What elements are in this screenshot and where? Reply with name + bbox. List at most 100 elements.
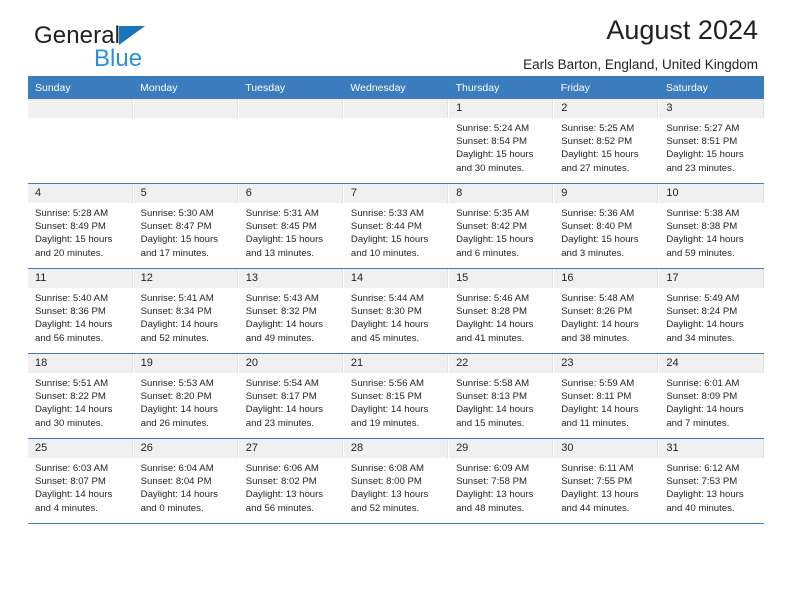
calendar-day-cell[interactable]: 5 Sunrise: 5:30 AM Sunset: 8:47 PM Daylight… xyxy=(133,183,239,269)
sunset-text: Sunset: 8:07 PM xyxy=(35,476,106,488)
sunset-text: Sunset: 8:13 PM xyxy=(456,391,527,403)
day-details: Sunrise: 6:12 AM Sunset: 7:53 PM Daylight:… xyxy=(659,458,764,515)
calendar-day-cell[interactable]: 12 Sunrise: 5:41 AM Sunset: 8:34 PM Dayligh… xyxy=(133,268,239,354)
day-number: 27 xyxy=(238,439,343,458)
calendar-day-cell[interactable]: 22 Sunrise: 5:58 AM Sunset: 8:13 PM Dayligh… xyxy=(448,353,555,439)
calendar-day-cell[interactable]: 6 Sunrise: 5:31 AM Sunset: 8:45 PM Daylight… xyxy=(238,183,344,269)
sunrise-text: Sunrise: 5:46 AM xyxy=(456,293,530,304)
day-details: Sunrise: 5:28 AM Sunset: 8:49 PM Daylight:… xyxy=(28,203,133,260)
day-number: 9 xyxy=(554,184,659,203)
day-cell-inner: 27 Sunrise: 6:06 AM Sunset: 8:02 PM Dayligh… xyxy=(238,439,343,523)
daylight-text-line2: and 34 minutes. xyxy=(666,332,735,344)
calendar-day-cell[interactable]: 10 Sunrise: 5:38 AM Sunset: 8:38 PM Dayligh… xyxy=(658,183,764,269)
day-details: Sunrise: 6:06 AM Sunset: 8:02 PM Daylight:… xyxy=(239,458,343,515)
day-number: 1 xyxy=(449,99,554,118)
daylight-text-line2: and 10 minutes. xyxy=(350,247,420,259)
daylight-text-line1: Daylight: 14 hours xyxy=(666,319,744,331)
calendar-day-cell[interactable]: 17 Sunrise: 5:49 AM Sunset: 8:24 PM Dayligh… xyxy=(658,268,764,354)
daylight-text-line1: Daylight: 15 hours xyxy=(456,234,534,246)
day-details: Sunrise: 5:41 AM Sunset: 8:34 PM Daylight:… xyxy=(134,288,238,345)
sunrise-text: Sunrise: 6:12 AM xyxy=(666,463,740,474)
calendar-day-cell[interactable]: 4 Sunrise: 5:28 AM Sunset: 8:49 PM Daylight… xyxy=(28,183,134,269)
sunset-text: Sunset: 8:00 PM xyxy=(350,476,422,488)
calendar-day-cell[interactable]: 25 Sunrise: 6:03 AM Sunset: 8:07 PM Dayligh… xyxy=(28,438,134,524)
day-number xyxy=(28,99,133,118)
daylight-text-line1: Daylight: 14 hours xyxy=(561,404,639,416)
day-details: Sunrise: 5:58 AM Sunset: 8:13 PM Daylight:… xyxy=(449,373,553,430)
sunrise-sunset-calendar: Sunday Monday Tuesday Wednesday Thursday Frid… xyxy=(28,76,764,524)
calendar-day-cell[interactable]: 1 Sunrise: 5:24 AM Sunset: 8:54 PM Daylight… xyxy=(448,99,555,184)
sunset-text: Sunset: 8:40 PM xyxy=(561,221,633,233)
calendar-week-row: 25 Sunrise: 6:03 AM Sunset: 8:07 PM Dayligh… xyxy=(28,438,764,524)
day-details: Sunrise: 5:40 AM Sunset: 8:36 PM Daylight:… xyxy=(28,288,133,345)
sunset-text: Sunset: 8:15 PM xyxy=(350,391,422,403)
sunset-text: Sunset: 7:53 PM xyxy=(666,476,738,488)
calendar-day-cell[interactable]: 23 Sunrise: 5:59 AM Sunset: 8:11 PM Dayligh… xyxy=(553,353,660,439)
sunset-text: Sunset: 8:45 PM xyxy=(245,221,317,233)
calendar-day-cell[interactable]: 26 Sunrise: 6:04 AM Sunset: 8:04 PM Dayligh… xyxy=(133,438,239,524)
calendar-day-cell[interactable]: 11 Sunrise: 5:40 AM Sunset: 8:36 PM Dayligh… xyxy=(28,268,134,354)
day-number: 25 xyxy=(28,439,133,458)
day-number: 6 xyxy=(238,184,343,203)
day-cell-inner: 28 Sunrise: 6:08 AM Sunset: 8:00 PM Dayligh… xyxy=(343,439,449,523)
calendar-day-cell[interactable]: 21 Sunrise: 5:56 AM Sunset: 8:15 PM Dayligh… xyxy=(343,353,450,439)
calendar-day-cell[interactable]: 27 Sunrise: 6:06 AM Sunset: 8:02 PM Dayligh… xyxy=(238,438,344,524)
daylight-text-line1: Daylight: 14 hours xyxy=(140,404,218,416)
calendar-day-cell[interactable]: 31 Sunrise: 6:12 AM Sunset: 7:53 PM Dayligh… xyxy=(658,438,764,524)
day-number: 14 xyxy=(343,269,449,288)
sunrise-text: Sunrise: 6:03 AM xyxy=(35,463,109,474)
daylight-text-line1: Daylight: 14 hours xyxy=(350,319,429,331)
day-details: Sunrise: 5:44 AM Sunset: 8:30 PM Daylight:… xyxy=(344,288,448,345)
calendar-cell-empty xyxy=(343,99,450,184)
day-cell-inner: 11 Sunrise: 5:40 AM Sunset: 8:36 PM Dayligh… xyxy=(28,269,133,353)
daylight-text-line2: and 45 minutes. xyxy=(350,332,420,344)
sunset-text: Sunset: 8:47 PM xyxy=(140,221,212,233)
page-title: August 2024 xyxy=(606,15,758,45)
daylight-text-line2: and 30 minutes. xyxy=(35,417,104,429)
calendar-day-cell[interactable]: 16 Sunrise: 5:48 AM Sunset: 8:26 PM Dayligh… xyxy=(553,268,660,354)
calendar-day-cell[interactable]: 14 Sunrise: 5:44 AM Sunset: 8:30 PM Dayligh… xyxy=(343,268,450,354)
day-number: 24 xyxy=(659,354,764,373)
day-details: Sunrise: 5:53 AM Sunset: 8:20 PM Daylight:… xyxy=(134,373,238,430)
calendar-day-cell[interactable]: 15 Sunrise: 5:46 AM Sunset: 8:28 PM Dayligh… xyxy=(448,268,555,354)
daylight-text-line1: Daylight: 13 hours xyxy=(350,489,429,501)
daylight-text-line1: Daylight: 14 hours xyxy=(561,319,639,331)
sunset-text: Sunset: 8:22 PM xyxy=(35,391,106,403)
calendar-day-cell[interactable]: 30 Sunrise: 6:11 AM Sunset: 7:55 PM Dayligh… xyxy=(553,438,660,524)
sunset-text: Sunset: 8:09 PM xyxy=(666,391,738,403)
day-details: Sunrise: 5:25 AM Sunset: 8:52 PM Daylight:… xyxy=(554,118,658,175)
daylight-text-line2: and 4 minutes. xyxy=(35,502,98,514)
calendar-day-cell[interactable]: 7 Sunrise: 5:33 AM Sunset: 8:44 PM Daylight… xyxy=(343,183,450,269)
day-number xyxy=(133,99,238,118)
sunset-text: Sunset: 8:38 PM xyxy=(666,221,738,233)
calendar-day-cell[interactable]: 18 Sunrise: 5:51 AM Sunset: 8:22 PM Dayligh… xyxy=(28,353,134,439)
calendar-day-cell[interactable]: 28 Sunrise: 6:08 AM Sunset: 8:00 PM Dayligh… xyxy=(343,438,450,524)
calendar-day-cell[interactable]: 8 Sunrise: 5:35 AM Sunset: 8:42 PM Daylight… xyxy=(448,183,555,269)
calendar-day-cell[interactable]: 19 Sunrise: 5:53 AM Sunset: 8:20 PM Dayligh… xyxy=(133,353,239,439)
day-details: Sunrise: 5:49 AM Sunset: 8:24 PM Daylight:… xyxy=(659,288,764,345)
calendar-day-cell[interactable]: 13 Sunrise: 5:43 AM Sunset: 8:32 PM Dayligh… xyxy=(238,268,344,354)
calendar-day-cell[interactable]: 24 Sunrise: 6:01 AM Sunset: 8:09 PM Dayligh… xyxy=(658,353,764,439)
calendar-day-cell[interactable]: 20 Sunrise: 5:54 AM Sunset: 8:17 PM Dayligh… xyxy=(238,353,344,439)
sunset-text: Sunset: 8:34 PM xyxy=(140,306,212,318)
daylight-text-line1: Daylight: 15 hours xyxy=(666,149,744,161)
daylight-text-line1: Daylight: 14 hours xyxy=(456,319,534,331)
calendar-day-cell[interactable]: 3 Sunrise: 5:27 AM Sunset: 8:51 PM Daylight… xyxy=(658,99,764,184)
day-cell-inner: 10 Sunrise: 5:38 AM Sunset: 8:38 PM Dayligh… xyxy=(659,184,764,268)
day-details: Sunrise: 5:54 AM Sunset: 8:17 PM Daylight:… xyxy=(239,373,343,430)
day-number: 8 xyxy=(449,184,554,203)
day-cell-inner: 20 Sunrise: 5:54 AM Sunset: 8:17 PM Dayligh… xyxy=(238,354,343,438)
generalblue-logo[interactable]: General Blue xyxy=(34,24,234,76)
calendar-day-cell[interactable]: 29 Sunrise: 6:09 AM Sunset: 7:58 PM Dayligh… xyxy=(448,438,555,524)
calendar-cell-empty xyxy=(133,99,239,184)
day-details: Sunrise: 6:04 AM Sunset: 8:04 PM Daylight:… xyxy=(134,458,238,515)
triangle-icon xyxy=(119,26,146,45)
sunset-text: Sunset: 8:28 PM xyxy=(456,306,527,318)
daylight-text-line2: and 13 minutes. xyxy=(245,247,315,259)
sunrise-text: Sunrise: 5:35 AM xyxy=(456,208,530,219)
daylight-text-line2: and 59 minutes. xyxy=(666,247,735,259)
calendar-day-cell[interactable]: 2 Sunrise: 5:25 AM Sunset: 8:52 PM Daylight… xyxy=(553,99,660,184)
calendar-day-cell[interactable]: 9 Sunrise: 5:36 AM Sunset: 8:40 PM Daylight… xyxy=(553,183,660,269)
sunrise-text: Sunrise: 5:24 AM xyxy=(456,123,530,134)
daylight-text-line2: and 20 minutes. xyxy=(35,247,104,259)
